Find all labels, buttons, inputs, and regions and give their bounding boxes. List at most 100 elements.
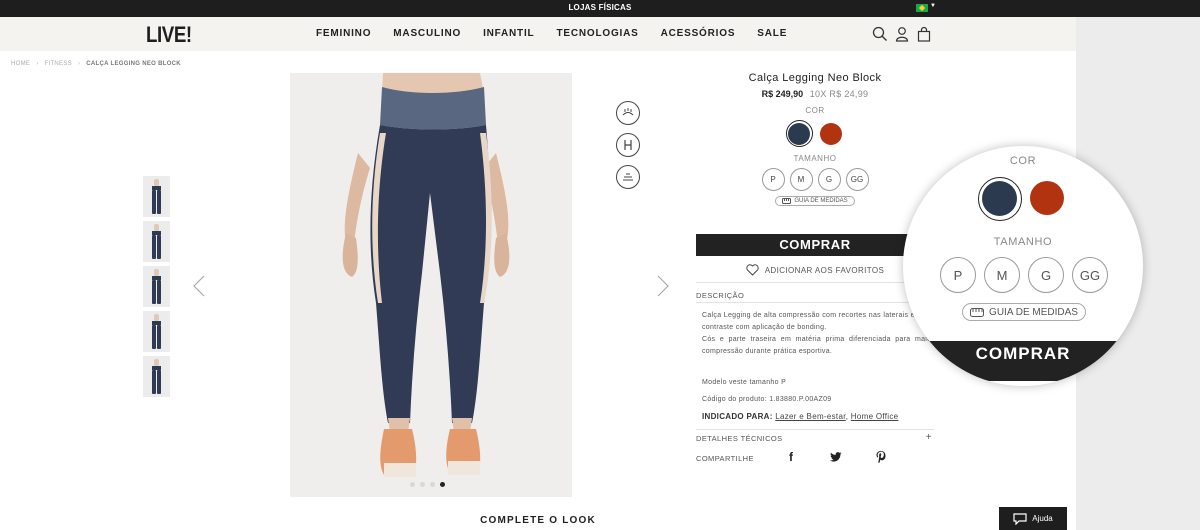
chevron-right-icon: › — [77, 61, 81, 67]
chevron-right-icon: › — [36, 61, 39, 67]
price-row: R$ 249,90 10X R$ 24,99 — [696, 89, 934, 99]
add-to-favorites-label: ADICIONAR AOS FAVORITOS — [764, 265, 885, 275]
main-nav: FEMININO MASCULINO INFANTIL TECNOLOGIAS … — [316, 28, 809, 39]
chat-bubble-icon — [1013, 512, 1027, 525]
size-option-gg[interactable]: GG — [845, 168, 869, 191]
zoom-size-option-m[interactable]: M — [984, 257, 1020, 293]
measuring-tape-icon — [782, 198, 792, 204]
divider — [696, 282, 934, 283]
twitter-icon[interactable] — [829, 450, 843, 464]
header-icons — [872, 26, 932, 42]
zoom-size-option-gg[interactable]: GG — [1072, 257, 1108, 293]
divider — [696, 302, 934, 303]
breathable-tech-icon[interactable] — [616, 101, 640, 125]
gallery-dot[interactable] — [420, 482, 425, 487]
nav-item-sale[interactable]: SALE — [757, 28, 787, 39]
zoom-magnifier: COR TAMANHO P M G GG GUIA DE MEDIDAS COM… — [903, 146, 1143, 386]
measuring-tape-icon — [970, 307, 985, 317]
color-swatch-navy[interactable] — [785, 120, 813, 147]
previous-image-arrow-icon[interactable] — [192, 274, 206, 298]
indicated-for-label: INDICADO PARA: — [702, 412, 773, 421]
description-paragraph-2: Cós e parte traseira em matéria prima di… — [702, 336, 934, 355]
size-option-g[interactable]: G — [817, 168, 841, 191]
color-swatch-rust[interactable] — [818, 120, 845, 147]
divider — [696, 429, 934, 430]
size-option-m[interactable]: M — [789, 168, 813, 191]
nav-item-masculino[interactable]: MASCULINO — [393, 28, 461, 39]
gallery-dot[interactable] — [430, 482, 435, 487]
zoom-buy-button[interactable]: COMPRAR — [903, 341, 1143, 381]
site-header: LIVE! FEMININO MASCULINO INFANTIL TECNOL… — [0, 17, 1076, 51]
product-code: Código do produto: 1.83880.P.00AZ09 — [702, 396, 832, 403]
nav-item-infantil[interactable]: INFANTIL — [483, 28, 534, 39]
technical-details-toggle[interactable]: DETALHES TÉCNICOS + — [696, 432, 934, 443]
physical-stores-link[interactable]: LOJAS FÍSICAS — [0, 3, 1200, 12]
thumbnail-5[interactable] — [143, 356, 170, 397]
add-to-favorites[interactable]: ADICIONAR AOS FAVORITOS — [696, 264, 934, 276]
zoom-size-option-p[interactable]: P — [940, 257, 976, 293]
share-label: COMPARTILHE — [696, 454, 754, 463]
brazil-flag-icon[interactable] — [916, 4, 928, 12]
size-options: P M G GG — [696, 168, 934, 191]
installments-text: 10X R$ 24,99 — [809, 89, 869, 99]
indicated-link-home-office[interactable]: Home Office — [851, 412, 899, 421]
technical-details-label: DETALHES TÉCNICOS — [696, 434, 783, 443]
gallery-dot[interactable] — [410, 482, 415, 487]
next-image-arrow-icon[interactable] — [656, 274, 670, 298]
size-option-p[interactable]: P — [761, 168, 785, 191]
buy-button[interactable]: COMPRAR — [696, 234, 934, 256]
technology-icons — [616, 101, 640, 189]
description-paragraph-1: Calça Legging de alta compressão com rec… — [702, 312, 934, 331]
zoom-size-guide-button[interactable]: GUIA DE MEDIDAS — [962, 303, 1086, 321]
thumbnail-list — [143, 176, 170, 397]
indicated-separator: , — [845, 412, 849, 421]
color-swatches — [696, 120, 934, 147]
search-icon[interactable] — [872, 26, 888, 42]
chevron-down-icon[interactable]: ▼ — [930, 3, 936, 9]
zoom-color-swatch-rust[interactable] — [1030, 181, 1064, 215]
size-label: TAMANHO — [793, 154, 837, 163]
size-guide-button[interactable]: GUIA DE MEDIDAS — [775, 196, 855, 206]
thumbnail-3[interactable] — [143, 266, 170, 307]
thumbnail-4[interactable] — [143, 311, 170, 352]
zoom-color-swatch-navy[interactable] — [978, 177, 1022, 221]
nav-item-feminino[interactable]: FEMININO — [316, 28, 371, 39]
nav-item-acessorios[interactable]: ACESSÓRIOS — [661, 28, 736, 39]
gallery-dot-active[interactable] — [440, 482, 445, 487]
facebook-icon[interactable]: f — [784, 450, 798, 464]
plus-icon: + — [925, 432, 932, 443]
legging-photo — [342, 73, 510, 477]
complete-the-look-heading: COMPLETE O LOOK — [480, 515, 596, 526]
logo[interactable]: LIVE! — [146, 22, 192, 48]
size-guide-label: GUIA DE MEDIDAS — [794, 198, 848, 204]
help-button[interactable]: Ajuda — [999, 507, 1067, 530]
product-info: Calça Legging Neo Block R$ 249,90 10X R$… — [696, 70, 934, 464]
zoom-color-label: COR — [1009, 155, 1037, 167]
zoom-size-guide-label: GUIA DE MEDIDAS — [989, 306, 1078, 318]
product-title: Calça Legging Neo Block — [748, 72, 882, 84]
description-text: Calça Legging de alta compressão com rec… — [702, 310, 934, 358]
pinterest-icon[interactable] — [874, 450, 888, 464]
nav-item-tecnologias[interactable]: TECNOLOGIAS — [556, 28, 638, 39]
comfort-tech-icon[interactable] — [616, 165, 640, 189]
indicated-link-lazer[interactable]: Lazer e Bem-estar — [775, 412, 845, 421]
breadcrumb-home[interactable]: HOME — [11, 61, 30, 67]
model-size-text: Modelo veste tamanho P — [702, 379, 787, 386]
top-bar: LOJAS FÍSICAS ▼ — [0, 0, 1200, 17]
thumbnail-2[interactable] — [143, 221, 170, 262]
thumbnail-1[interactable] — [143, 176, 170, 217]
bag-icon[interactable] — [916, 26, 932, 42]
gallery-dots — [410, 482, 445, 487]
breadcrumb-current: CALÇA LEGGING NEO BLOCK — [86, 61, 181, 67]
product-price: R$ 249,90 — [761, 89, 804, 99]
heart-icon — [746, 264, 759, 276]
zoom-size-option-g[interactable]: G — [1028, 257, 1064, 293]
description-header[interactable]: DESCRIÇÃO — [696, 291, 744, 300]
help-label: Ajuda — [1032, 514, 1053, 523]
zoom-size-label: TAMANHO — [993, 236, 1053, 248]
user-icon[interactable] — [894, 26, 910, 42]
compression-tech-icon[interactable] — [616, 133, 640, 157]
indicated-for: INDICADO PARA: Lazer e Bem-estar, Home O… — [702, 412, 898, 421]
breadcrumb-category[interactable]: FITNESS — [45, 61, 72, 67]
product-main-image[interactable] — [290, 73, 572, 497]
